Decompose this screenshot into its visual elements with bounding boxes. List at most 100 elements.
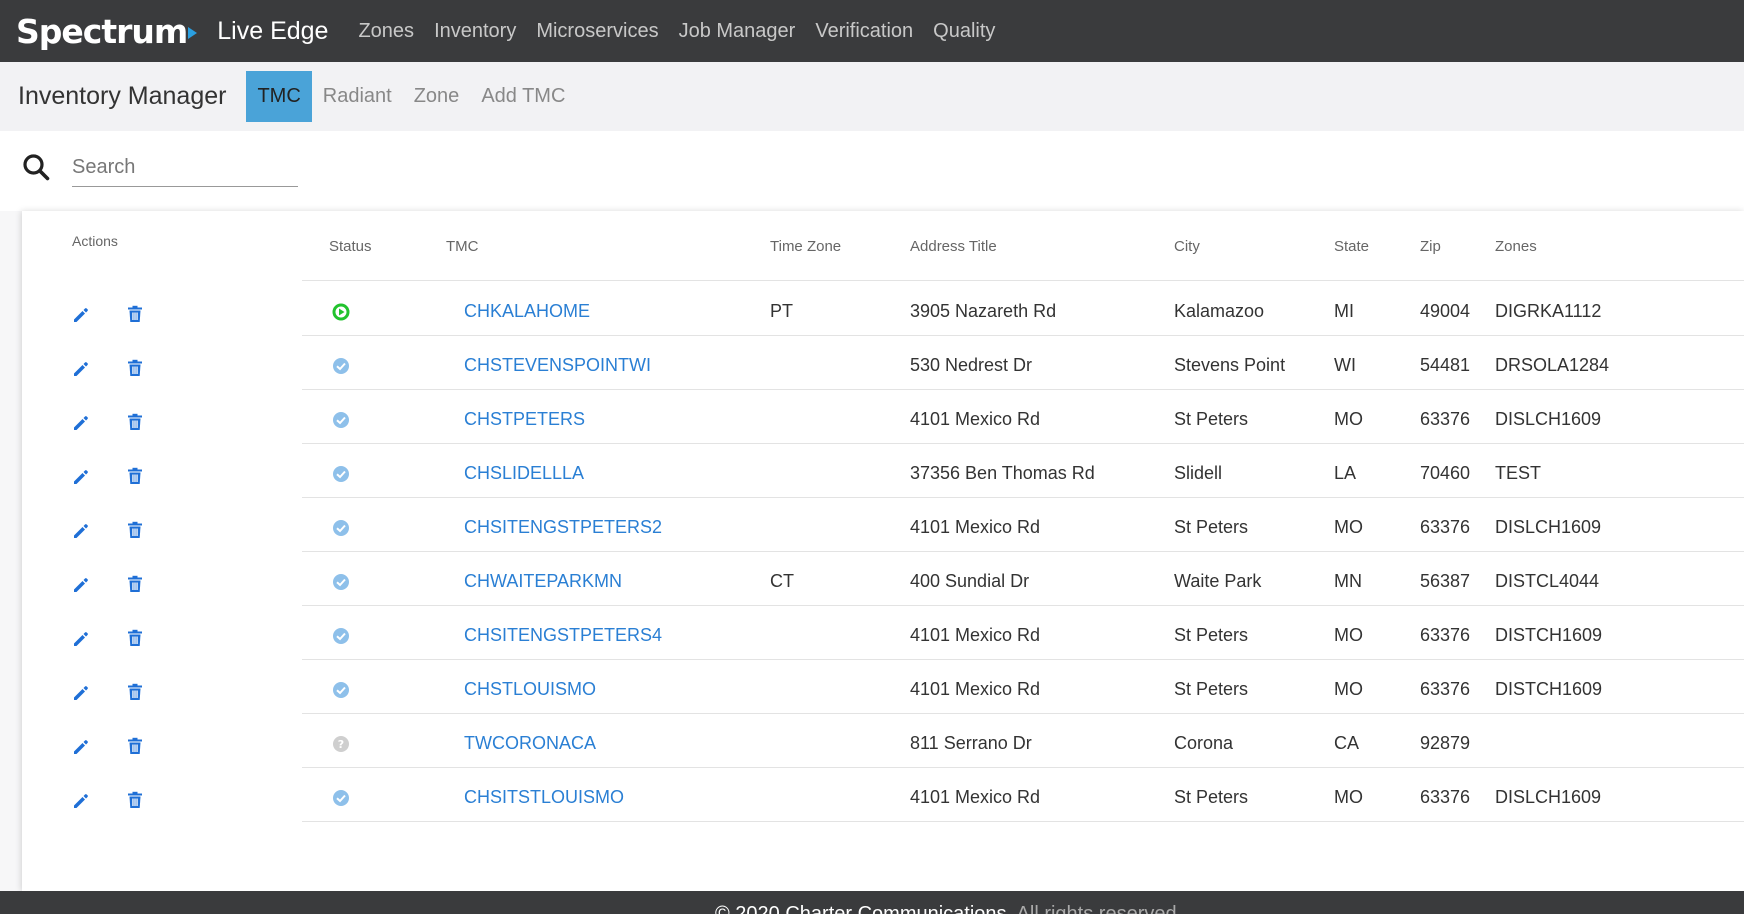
state-cell: CA (1334, 733, 1360, 753)
column-header-tmc[interactable]: TMC (446, 238, 479, 255)
state-cell: MO (1334, 409, 1363, 429)
state-cell: MI (1334, 301, 1354, 321)
trash-icon[interactable] (127, 575, 143, 593)
table-header: Status TMC Time Zone Address Title City … (302, 211, 1744, 281)
tmc-link[interactable]: CHSTPETERS (464, 409, 585, 430)
table-row: CHSTEVENSPOINTWI 530 Nedrest Dr Stevens Po… (302, 336, 1744, 390)
top-navbar: Spectrum Live Edge Zones Inventory Micro… (0, 0, 1744, 62)
edit-icon[interactable] (72, 630, 90, 648)
table-row: CHSITENGSTPETERS4 4101 Mexico Rd St Peters… (302, 606, 1744, 660)
edit-icon[interactable] (72, 360, 90, 378)
action-row (22, 447, 302, 501)
tab-zone[interactable]: Zone (403, 71, 471, 122)
trash-icon[interactable] (127, 683, 143, 701)
edit-icon[interactable] (72, 306, 90, 324)
city-cell: St Peters (1174, 409, 1249, 429)
brand[interactable]: Spectrum (16, 12, 198, 51)
nav-microservices[interactable]: Microservices (536, 20, 658, 43)
actions-header: Actions (72, 233, 118, 249)
city-cell: St Peters (1174, 679, 1249, 699)
svg-text:?: ? (338, 738, 344, 751)
trash-icon[interactable] (127, 305, 143, 323)
trash-icon[interactable] (127, 521, 143, 539)
tmc-link[interactable]: CHKALAHOME (464, 301, 590, 322)
column-header-status[interactable]: Status (329, 238, 372, 255)
search-area (0, 131, 1744, 211)
nav-quality[interactable]: Quality (933, 20, 995, 43)
tmc-link[interactable]: CHSITENGSTPETERS2 (464, 517, 662, 538)
address-cell: 400 Sundial Dr (910, 571, 1030, 591)
tab-tmc[interactable]: TMC (246, 71, 312, 122)
nav-job-manager[interactable]: Job Manager (679, 20, 796, 43)
state-cell: WI (1334, 355, 1356, 375)
search-input[interactable] (72, 149, 298, 187)
edit-icon[interactable] (72, 792, 90, 810)
tmc-link[interactable]: CHSTEVENSPOINTWI (464, 355, 651, 376)
table-row: CHSITENGSTPETERS2 4101 Mexico Rd St Peters… (302, 498, 1744, 552)
city-cell: Waite Park (1174, 571, 1262, 591)
address-cell: 4101 Mexico Rd (910, 409, 1041, 429)
tmc-link[interactable]: CHSTLOUISMO (464, 679, 596, 700)
table-row: CHKALAHOME PT 3905 Nazareth Rd Kalamazoo MI 4… (302, 282, 1744, 336)
app-name[interactable]: Live Edge (217, 17, 328, 46)
tab-radiant[interactable]: Radiant (312, 71, 403, 122)
edit-icon[interactable] (72, 738, 90, 756)
state-cell: MN (1334, 571, 1362, 591)
zip-cell: 54481 (1420, 355, 1471, 375)
column-header-zip[interactable]: Zip (1420, 238, 1441, 255)
page-title: Inventory Manager (18, 82, 227, 110)
edit-icon[interactable] (72, 684, 90, 702)
tmc-link[interactable]: CHSITENGSTPETERS4 (464, 625, 662, 646)
status-verified-icon (333, 682, 349, 698)
nav-inventory[interactable]: Inventory (434, 20, 516, 43)
zones-cell: DISTCL4044 (1495, 571, 1600, 591)
actions-column: Actions (22, 211, 302, 891)
state-cell: MO (1334, 625, 1363, 645)
zones-cell: DIGRKA1112 (1495, 301, 1602, 321)
city-cell: Slidell (1174, 463, 1223, 483)
trash-icon[interactable] (127, 467, 143, 485)
column-header-city[interactable]: City (1174, 238, 1200, 255)
action-row (22, 663, 302, 717)
city-cell: St Peters (1174, 517, 1249, 537)
tmc-link[interactable]: CHWAITEPARKMN (464, 571, 622, 592)
sub-navbar: Inventory Manager TMC Radiant Zone Add T… (0, 62, 1744, 131)
address-cell: 4101 Mexico Rd (910, 787, 1041, 807)
footer: © 2020 Charter Communications. All right… (0, 891, 1744, 914)
tmc-link[interactable]: CHSLIDELLLA (464, 463, 584, 484)
trash-icon[interactable] (127, 359, 143, 377)
edit-icon[interactable] (72, 576, 90, 594)
tab-add-tmc[interactable]: Add TMC (470, 71, 576, 122)
address-cell: 4101 Mexico Rd (910, 679, 1041, 699)
nav-verification[interactable]: Verification (815, 20, 913, 43)
trash-icon[interactable] (127, 791, 143, 809)
status-verified-icon (333, 790, 349, 806)
footer-rights: All rights reserved. (1016, 903, 1183, 914)
edit-icon[interactable] (72, 468, 90, 486)
zip-cell: 49004 (1420, 301, 1471, 321)
brand-logo[interactable]: Spectrum (16, 12, 188, 51)
zones-cell: DISTCH1609 (1495, 679, 1603, 699)
column-header-time-zone[interactable]: Time Zone (770, 238, 841, 255)
zip-cell: 63376 (1420, 625, 1471, 645)
trash-icon[interactable] (127, 413, 143, 431)
zip-cell: 63376 (1420, 517, 1471, 537)
tmc-link[interactable]: CHSITSTLOUISMO (464, 787, 624, 808)
zones-cell: DISLCH1609 (1495, 787, 1602, 807)
action-row (22, 285, 302, 339)
trash-icon[interactable] (127, 629, 143, 647)
action-row (22, 555, 302, 609)
action-row (22, 393, 302, 447)
column-header-state[interactable]: State (1334, 238, 1369, 255)
trash-icon[interactable] (127, 737, 143, 755)
zip-cell: 70460 (1420, 463, 1471, 483)
table-row: ? TWCORONACA 811 Serrano Dr Corona CA 92879 (302, 714, 1744, 768)
footer-company: © 2020 Charter Communications. (715, 903, 1013, 914)
column-header-address-title[interactable]: Address Title (910, 238, 997, 255)
edit-icon[interactable] (72, 522, 90, 540)
nav-zones[interactable]: Zones (358, 20, 414, 43)
edit-icon[interactable] (72, 414, 90, 432)
table-row: CHSTPETERS 4101 Mexico Rd St Peters MO 63376… (302, 390, 1744, 444)
column-header-zones[interactable]: Zones (1495, 238, 1537, 255)
tmc-link[interactable]: TWCORONACA (464, 733, 596, 754)
